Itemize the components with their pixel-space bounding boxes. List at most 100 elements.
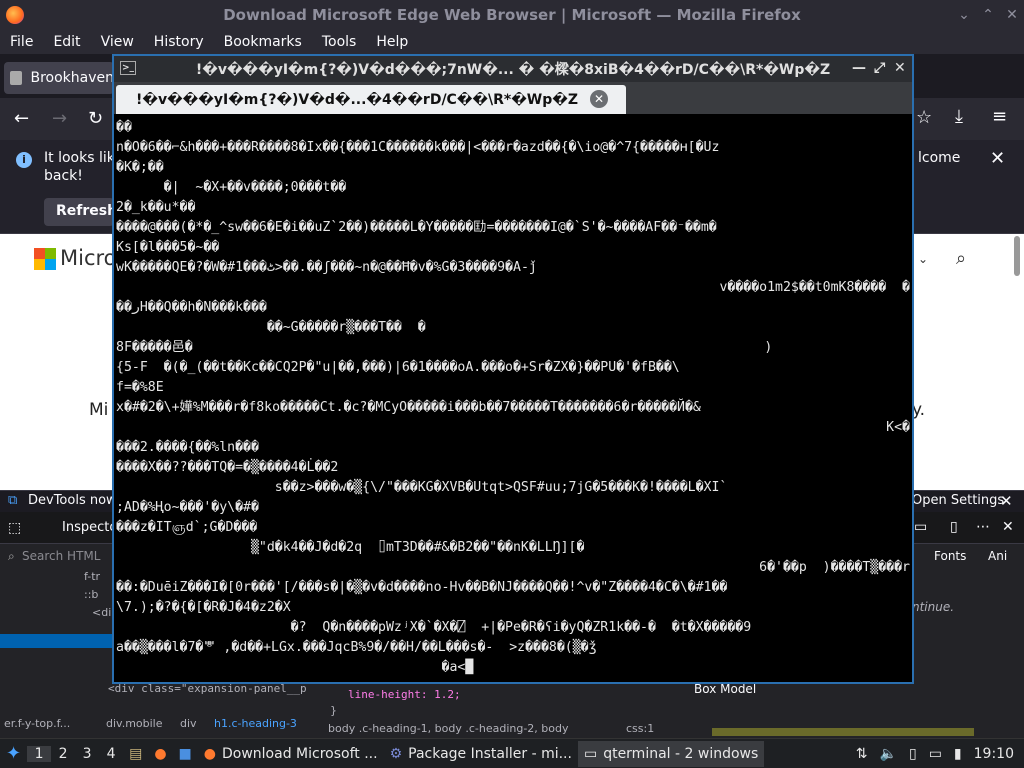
- devtools-banner-close-icon[interactable]: ✕: [1000, 492, 1013, 510]
- network-icon[interactable]: ⇅: [850, 741, 874, 767]
- task-package-installer[interactable]: ⚙ Package Installer - mi...: [384, 741, 578, 767]
- terminal-line: �a<█: [116, 660, 474, 675]
- devtools-close-icon[interactable]: ✕: [1002, 519, 1014, 535]
- start-menu-icon[interactable]: ✦: [0, 741, 27, 767]
- terminal-line: ��~G�����r▒���T�� �: [116, 320, 426, 335]
- inspector-tab[interactable]: Inspecto: [44, 520, 117, 535]
- firefox-logo-icon: [6, 6, 24, 24]
- bookmark-star-icon[interactable]: ☆: [916, 107, 932, 128]
- terminal-line: �| ~�X+��v����;0���t��: [116, 180, 347, 195]
- menu-tools[interactable]: Tools: [312, 34, 367, 50]
- task-firefox[interactable]: ● Download Microsoft ...: [198, 741, 384, 767]
- terminal-close-icon[interactable]: ✕: [894, 60, 906, 76]
- breadcrumb-1[interactable]: er.f-y-top.f...: [4, 717, 70, 730]
- breadcrumb-4[interactable]: h1.c-heading-3: [214, 717, 297, 730]
- css-brace: }: [330, 704, 337, 717]
- app-menu-icon[interactable]: ≡: [992, 106, 1007, 127]
- menu-bookmarks[interactable]: Bookmarks: [214, 34, 312, 50]
- dock-icon[interactable]: ▭: [914, 519, 927, 535]
- terminal-line: ▒"d�k4��J�d�2q ⌷mT3D��#&�B2��"��nK�LLŊ][…: [116, 540, 585, 555]
- menu-view[interactable]: View: [91, 34, 144, 50]
- page-scrollbar[interactable]: [1014, 236, 1020, 276]
- notification-close-icon[interactable]: ✕: [990, 148, 1005, 169]
- close-icon[interactable]: ✕: [1004, 7, 1020, 23]
- file-manager-icon[interactable]: ▤: [123, 741, 148, 767]
- workspace-2[interactable]: 2: [51, 746, 75, 762]
- search-html-input[interactable]: Search HTML: [22, 549, 100, 563]
- breadcrumb-2[interactable]: div.mobile: [106, 717, 163, 730]
- fonts-tab[interactable]: Fonts: [934, 549, 966, 563]
- downloads-icon[interactable]: ⤓: [955, 106, 963, 127]
- terminal-line: ���2.����{��%ln���: [116, 440, 259, 455]
- workspace-4[interactable]: 4: [99, 746, 123, 762]
- css-file: css:1: [626, 722, 655, 735]
- reload-icon[interactable]: ↻: [88, 108, 103, 129]
- qterminal-task-icon: ▭: [583, 745, 598, 762]
- page-search-icon[interactable]: ⌕: [956, 248, 966, 269]
- terminal-tab-label: !�v���yI�m{?�)V�d�...�4��rD/C��\R*�Wp�Z: [136, 91, 579, 108]
- pick-element-icon[interactable]: ⬚: [8, 520, 21, 536]
- terminal-titlebar: >_ !�v���yI�m{?�)V�d���;7nW�... � �樑�8xi…: [114, 56, 912, 82]
- taskbar: ✦ 1 2 3 4 ▤ ● ■ ● Download Microsoft ... …: [0, 738, 1024, 768]
- continue-text: ntinue.: [912, 600, 955, 614]
- clock[interactable]: 19:10: [968, 741, 1024, 767]
- terminal-tab-close-icon[interactable]: ✕: [590, 90, 608, 108]
- animations-tab[interactable]: Ani: [988, 549, 1007, 563]
- tree-line-2: ::b: [84, 588, 99, 601]
- menu-history[interactable]: History: [144, 34, 214, 50]
- task-qterminal[interactable]: ▭ qterminal - 2 windows: [577, 740, 765, 767]
- workspace-1[interactable]: 1: [27, 745, 52, 762]
- menu-file[interactable]: File: [0, 34, 43, 50]
- maximize-icon[interactable]: ⌃: [980, 7, 996, 23]
- terminal-app-icon: >_: [120, 61, 136, 75]
- terminal-line: ��:�DuēiZ���I�[0r���'[/���s�|�▒�v�d����n…: [116, 580, 728, 595]
- forward-icon[interactable]: →: [52, 108, 67, 129]
- terminal-line: �? Q�n����pWzʲX�`�X�⍁ +|�Pe�R�ʕi�yQ�ZR1k…: [116, 620, 752, 635]
- volume-icon[interactable]: 🔈: [874, 741, 903, 767]
- window-title: Download Microsoft Edge Web Browser | Mi…: [223, 6, 801, 24]
- tab-label: Brookhaven: [30, 70, 114, 86]
- devtools-banner-text: DevTools now f: [28, 493, 126, 508]
- notification-text-right: lcome: [918, 150, 961, 166]
- terminal-maximize-icon[interactable]: ⤢: [874, 60, 885, 76]
- terminal-line: v����o1m2$��t0mK8���� �: [719, 280, 910, 295]
- browser-tab[interactable]: Brookhaven: [4, 62, 114, 94]
- terminal-line: {5-F �(�_(��t��Kc��CQ2P�"u|��,���)|6�1��…: [116, 360, 680, 375]
- battery-icon[interactable]: ▮: [948, 741, 968, 767]
- responsive-icon[interactable]: ▯: [950, 519, 958, 535]
- terminal-line: 2�_k��u*��: [116, 200, 196, 215]
- terminal-minimize-icon[interactable]: —: [852, 60, 866, 76]
- breadcrumb-3[interactable]: div: [180, 717, 197, 730]
- terminal-line: \7.);�?�{�[�R�J�4�z2�X: [116, 600, 291, 615]
- terminal-line: x�#�2�\+嬅%M���r�f8ko�����Ct.�c?�MCyO����…: [116, 400, 701, 415]
- screen-icon[interactable]: ▭: [923, 741, 948, 767]
- back-icon[interactable]: ←: [14, 108, 29, 129]
- devtools-banner-icon: ⧉: [8, 493, 18, 508]
- clipboard-icon[interactable]: ▯: [903, 741, 923, 767]
- terminal-line: wK�����QE�?�W�#1���ٹ>��.��ʃ���~n�@��Ħ�v�…: [116, 260, 537, 275]
- task-package-installer-label: Package Installer - mi...: [408, 745, 572, 762]
- page-dropdown-icon[interactable]: ⌄: [918, 252, 928, 266]
- menu-edit[interactable]: Edit: [43, 34, 90, 50]
- terminal-line: ����@���(�*�_^sw��6�E�i��uZ`2��)�����L�Y…: [116, 220, 717, 235]
- terminal-line: ;AD�%Ңo~���'�y\�#�: [116, 500, 259, 515]
- refresh-button[interactable]: Refresh: [44, 198, 117, 226]
- menubar: File Edit View History Bookmarks Tools H…: [0, 30, 1024, 54]
- minimize-icon[interactable]: ⌄: [956, 7, 972, 23]
- page-mid-left: Mi: [89, 400, 109, 420]
- terminal-output[interactable]: �� n�O�6��⌐&h���+���R����8�Ix��{���1C����…: [116, 118, 910, 682]
- notification-text-2: back!: [44, 168, 83, 184]
- tree-line-selected[interactable]: [0, 634, 112, 648]
- more-icon[interactable]: ⋯: [976, 519, 990, 535]
- show-desktop-icon[interactable]: ■: [173, 741, 198, 767]
- firefox-launcher-icon[interactable]: ●: [148, 741, 172, 767]
- workspace-3[interactable]: 3: [75, 746, 99, 762]
- menu-help[interactable]: Help: [366, 34, 418, 50]
- page-logo-text: Micro: [60, 246, 117, 270]
- box-model-header[interactable]: Box Model: [694, 682, 756, 696]
- terminal-line: ��ﺭH��Q��h�N���k���: [116, 300, 267, 315]
- open-settings-link[interactable]: Open Settings: [912, 493, 1004, 508]
- box-model-diagram: [712, 728, 974, 736]
- terminal-tab[interactable]: !�v���yI�m{?�)V�d�...�4��rD/C��\R*�Wp�Z …: [116, 85, 626, 114]
- tree-line-1: f-tr: [84, 570, 101, 583]
